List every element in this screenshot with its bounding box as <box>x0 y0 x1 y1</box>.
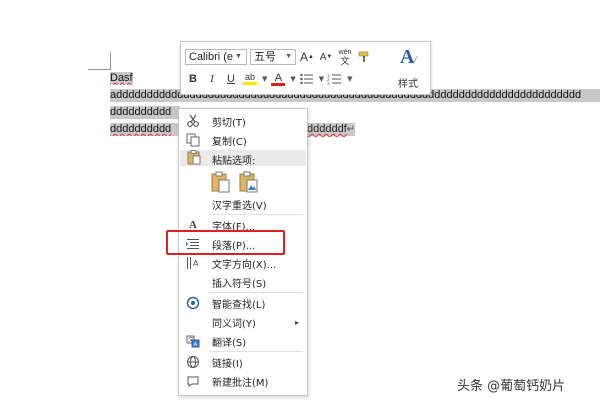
translate-icon: 文A <box>185 333 201 349</box>
menu-item-label: 同义词(Y) <box>212 318 256 330</box>
doc-line-3[interactable]: dddddddddd <box>110 106 180 119</box>
paragraph-mark-icon: ↵ <box>346 124 356 135</box>
phonetic-guide-button[interactable]: wén 文 <box>337 48 353 66</box>
font-color-icon: A <box>274 71 283 84</box>
font-color-bar <box>271 82 286 86</box>
new-comment-icon <box>185 373 201 389</box>
chevron-down-icon: ▼ <box>235 53 242 60</box>
paste-keep-formatting-icon <box>211 171 230 193</box>
bullet-list-icon <box>300 73 313 85</box>
copy-icon <box>185 132 201 148</box>
chevron-down-icon[interactable]: ▼ <box>290 75 295 83</box>
menu-item-translate[interactable]: 文A 翻译(S) <box>179 332 307 350</box>
highlight-color-bar <box>243 82 257 85</box>
page-corner-mark <box>88 69 110 70</box>
format-painter-icon <box>358 51 369 62</box>
styles-label: 样式 <box>398 79 418 90</box>
selected-text: Dasf <box>110 72 133 84</box>
paste-options-row <box>211 171 259 193</box>
styles-icon: A⁄ <box>399 46 417 68</box>
smart-lookup-icon <box>185 295 201 311</box>
menu-item-label: 智能查找(L) <box>212 299 266 311</box>
menu-item-label: 翻译(S) <box>212 337 247 349</box>
menu-item-new-comment[interactable]: 新建批注(M) <box>179 372 307 390</box>
page-corner-mark <box>110 52 111 70</box>
paste-options-header: 粘贴选项: <box>180 150 306 168</box>
menu-item-label: 插入符号(S) <box>212 278 267 290</box>
chevron-down-icon[interactable]: ▼ <box>319 75 324 83</box>
svg-text:3: 3 <box>327 81 330 86</box>
numbering-button[interactable]: 1 2 3 <box>327 70 343 88</box>
text-direction-icon: A <box>185 255 201 271</box>
menu-item-reconvert[interactable]: 汉字重选(V) <box>179 195 307 213</box>
menu-item-insert-symbol[interactable]: 插入符号(S) <box>179 273 307 291</box>
italic-button[interactable]: I <box>204 70 220 88</box>
doc-line-1[interactable]: Dasf <box>110 72 133 85</box>
format-painter-button[interactable] <box>356 48 372 66</box>
underline-button[interactable]: U <box>223 70 239 88</box>
menu-item-smart-lookup[interactable]: 智能查找(L) <box>179 294 307 312</box>
paragraph-highlight-box <box>166 230 285 255</box>
toolbar-row-font: Calibri (е ▼ 五号 ▼ A ▲ A ▼ wén 文 <box>185 47 372 67</box>
styles-button[interactable]: A⁄ 样式 <box>391 45 425 91</box>
menu-item-label: 新建批注(M) <box>212 377 269 389</box>
bullets-button[interactable] <box>299 70 315 88</box>
chevron-down-icon[interactable]: ▼ <box>347 75 352 83</box>
menu-item-link[interactable]: 链接(I) <box>179 353 307 371</box>
doc-line-4-tail[interactable]: ddddddf↵ <box>307 123 356 136</box>
bold-button[interactable]: B <box>185 70 201 88</box>
font-name-select[interactable]: Calibri (е ▼ <box>185 49 247 65</box>
submenu-arrow-icon: ▸ <box>294 317 299 327</box>
font-color-button[interactable]: A <box>270 70 286 88</box>
shrink-font-button[interactable]: A ▼ <box>318 48 334 66</box>
chevron-down-icon[interactable]: ▼ <box>262 75 267 83</box>
grow-font-button[interactable]: A ▲ <box>299 48 315 66</box>
paste-keep-formatting-button[interactable] <box>211 171 231 193</box>
menu-item-label: 复制(C) <box>212 136 247 148</box>
menu-separator <box>209 292 303 293</box>
svg-text:A: A <box>194 342 198 348</box>
menu-item-label: 汉字重选(V) <box>212 200 267 212</box>
selected-text: ddddddf <box>307 123 347 135</box>
paste-icon <box>187 150 201 168</box>
toolbar-row-format: B I U ab ▼ A ▼ ▼ 1 2 3 ▼ <box>185 69 353 89</box>
selected-text: dddddddddd <box>110 106 172 118</box>
menu-separator <box>209 214 303 215</box>
paste-picture-button[interactable] <box>239 171 259 193</box>
highlight-icon: ab <box>244 72 255 82</box>
menu-item-label: 文字方向(X)... <box>212 259 277 271</box>
menu-item-synonyms[interactable]: 同义词(Y) ▸ <box>179 313 307 331</box>
svg-text:A: A <box>193 259 199 268</box>
menu-item-text-direction[interactable]: A 文字方向(X)... <box>179 254 307 272</box>
menu-item-label: 链接(I) <box>212 358 243 370</box>
font-size-value: 五号 <box>254 51 276 63</box>
mini-toolbar: Calibri (е ▼ 五号 ▼ A▲ A▼ wén 文 B I U ab <box>180 41 431 95</box>
shrink-font-icon: A <box>319 51 327 63</box>
phonetic-guide-char: 文 <box>340 56 350 66</box>
menu-item-label: 粘贴选项: <box>212 156 256 167</box>
highlight-button[interactable]: ab <box>242 70 258 88</box>
menu-separator <box>209 351 303 352</box>
menu-item-cut[interactable]: 剪切(T) <box>179 112 307 130</box>
menu-item-label: 剪切(T) <box>212 117 246 129</box>
numbered-list-icon: 1 2 3 <box>327 73 342 86</box>
grow-font-icon: A <box>300 50 309 64</box>
menu-item-copy[interactable]: 复制(C) <box>179 131 307 149</box>
doc-line-4[interactable]: dddddddddd <box>110 123 182 136</box>
font-size-select[interactable]: 五号 ▼ <box>250 49 296 65</box>
font-name-value: Calibri (е <box>189 51 234 63</box>
scissors-icon <box>185 113 201 129</box>
paste-picture-icon <box>239 171 258 193</box>
link-icon <box>185 354 201 370</box>
selected-text: dddddddddd <box>110 123 172 135</box>
chevron-down-icon: ▼ <box>285 53 292 60</box>
watermark: 头条 @葡萄钙奶片 <box>457 379 566 394</box>
